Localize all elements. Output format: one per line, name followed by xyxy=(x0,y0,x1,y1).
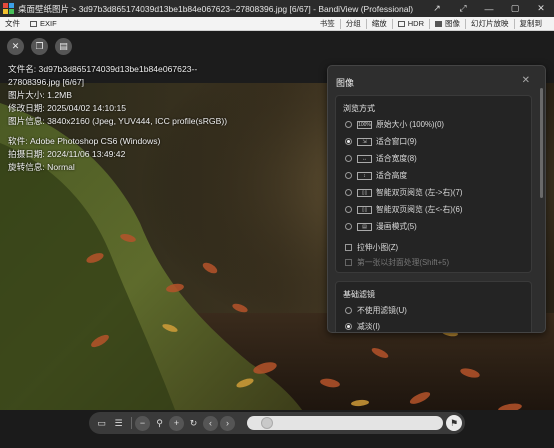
info-software: 软件: Adobe Photoshop CS6 (Windows) xyxy=(8,136,161,146)
menu-zoom[interactable]: 缩放 xyxy=(367,17,392,31)
menu-file[interactable]: 文件 xyxy=(0,17,25,31)
list-icon[interactable]: ☰ xyxy=(111,416,126,431)
info-rotation: 旋转信息: Normal xyxy=(8,162,75,172)
title-bar: 桌面壁纸图片 > 3d97b3d865174039d13be1b84e06762… xyxy=(0,0,554,17)
option-label: 不使用滤镜(U) xyxy=(357,306,407,315)
option-two-page-ltr[interactable]: ▯▯ 智能双页阅览 (左->右)(7) xyxy=(345,186,462,199)
option-sharpen[interactable]: 减淡(I) xyxy=(345,320,380,332)
option-original-size[interactable]: 100% 原始大小 (100%)(0) xyxy=(345,118,444,131)
info-taken: 拍摄日期: 2024/11/06 13:49:42 xyxy=(8,149,126,159)
menu-hdr-label: HDR xyxy=(407,19,424,28)
file-icon[interactable]: ▤ xyxy=(55,38,72,55)
menu-copy-to[interactable]: 复制到 xyxy=(515,17,554,31)
pin-icon[interactable]: ⚑ xyxy=(446,415,462,431)
radio-two-page-rtl[interactable] xyxy=(345,206,352,213)
radio-original-size[interactable] xyxy=(345,121,352,128)
menu-exif[interactable]: EXIF xyxy=(25,17,62,31)
copy-icon[interactable]: ❐ xyxy=(31,38,48,55)
navigation-toolbar: ▭ ☰ − ⚲ + ↻ ‹ › ⚑ xyxy=(89,412,465,434)
original-size-icon: 100% xyxy=(357,120,372,129)
radio-comic-mode[interactable] xyxy=(345,223,352,230)
bottom-bar: ▭ ☰ − ⚲ + ↻ ‹ › ⚑ xyxy=(0,410,554,448)
maximize-button[interactable]: ▢ xyxy=(502,0,528,17)
option-label: 拉伸小图(Z) xyxy=(357,243,399,252)
info-size: 图片大小: 1.2MB xyxy=(8,90,72,100)
panel-close-icon[interactable]: ✕ xyxy=(522,75,530,86)
panel-scrollbar[interactable] xyxy=(540,88,543,198)
info-filename-cont: 27808396.jpg [6/67] xyxy=(8,77,84,87)
checkbox-stretch-small[interactable] xyxy=(345,244,352,251)
menu-bar: 文件 EXIF 书签 分组 缩放 HDR 图像 幻灯片放映 复制到 xyxy=(0,17,554,31)
radio-sharpen[interactable] xyxy=(345,323,352,330)
radio-fit-width[interactable] xyxy=(345,155,352,162)
option-label: 适合宽度(8) xyxy=(376,154,417,163)
hdr-checkbox[interactable] xyxy=(397,20,405,27)
next-icon[interactable]: › xyxy=(220,415,235,431)
filter-section: 基础滤镜 不使用滤镜(U) 减淡(I) xyxy=(335,281,532,332)
option-label: 原始大小 (100%)(0) xyxy=(376,120,445,129)
app-logo-icon xyxy=(3,3,14,14)
option-fit-window[interactable]: ⇲ 适合窗口(9) xyxy=(345,135,417,148)
option-label: 第一张以封面处理(Shift+5) xyxy=(357,258,450,267)
exif-checkbox[interactable] xyxy=(30,20,37,27)
option-fit-width[interactable]: ↔ 适合宽度(8) xyxy=(345,152,417,165)
close-icon[interactable]: ✕ xyxy=(7,38,24,55)
radio-fit-window[interactable] xyxy=(345,138,352,145)
search-icon[interactable]: ⚲ xyxy=(152,416,167,431)
radio-fit-height[interactable] xyxy=(345,172,352,179)
menu-image-label: 图像 xyxy=(445,19,460,28)
window-title: 桌面壁纸图片 > 3d97b3d865174039d13be1b84e06762… xyxy=(18,3,414,14)
radio-no-filter[interactable] xyxy=(345,307,352,314)
menu-bookmark[interactable]: 书签 xyxy=(315,17,340,31)
option-label: 适合窗口(9) xyxy=(376,137,417,146)
view-mode-title: 浏览方式 xyxy=(343,104,375,113)
info-filename: 文件名: 3d97b3d865174039d13be1b84e067623-- xyxy=(8,64,198,74)
zoom-in-icon[interactable]: + xyxy=(169,415,184,431)
rotate-icon[interactable]: ↻ xyxy=(186,416,201,431)
option-fit-height[interactable]: ↕ 适合高度 xyxy=(345,169,407,182)
previous-icon[interactable]: ‹ xyxy=(203,415,218,431)
option-first-page-cover: 第一张以封面处理(Shift+5) xyxy=(345,256,449,269)
slider-handle[interactable] xyxy=(261,417,273,429)
radio-two-page-ltr[interactable] xyxy=(345,189,352,196)
fullscreen-icon[interactable]: ⤢ xyxy=(450,0,476,17)
shrink-icon[interactable]: ↗ xyxy=(424,0,450,17)
toolbar-divider xyxy=(131,417,132,429)
menu-hdr[interactable]: HDR xyxy=(393,17,429,31)
file-info-overlay: 文件名: 3d97b3d865174039d13be1b84e067623-- … xyxy=(8,63,227,174)
info-modified: 修改日期: 2025/04/02 14:10:15 xyxy=(8,103,127,113)
menu-slideshow[interactable]: 幻灯片放映 xyxy=(466,17,514,31)
page-slider[interactable] xyxy=(247,416,443,430)
image-canvas[interactable]: ✕ ❐ ▤ 文件名: 3d97b3d865174039d13be1b84e067… xyxy=(0,31,554,410)
filter-title: 基础滤镜 xyxy=(343,290,375,299)
option-comic-mode[interactable]: ▤ 漫画模式(5) xyxy=(345,220,417,233)
view-mode-section: 浏览方式 100% 原始大小 (100%)(0) ⇲ 适合窗口(9) ↔ 适合宽… xyxy=(335,95,532,273)
option-label: 漫画模式(5) xyxy=(376,222,417,231)
minimize-button[interactable]: — xyxy=(476,0,502,17)
option-label: 适合高度 xyxy=(376,171,408,180)
option-label: 减淡(I) xyxy=(357,322,380,331)
option-stretch-small[interactable]: 拉伸小图(Z) xyxy=(345,241,398,254)
two-page-rtl-icon: ▯▯ xyxy=(357,205,372,214)
fit-height-icon: ↕ xyxy=(357,171,372,180)
menu-exif-label: EXIF xyxy=(40,19,57,28)
fit-width-icon: ↔ xyxy=(357,154,372,163)
close-button[interactable]: ✕ xyxy=(528,0,554,17)
zoom-out-icon[interactable]: − xyxy=(135,415,150,431)
image-settings-panel: 图像 ✕ 浏览方式 100% 原始大小 (100%)(0) ⇲ 适合窗口(9) … xyxy=(327,65,546,333)
option-two-page-rtl[interactable]: ▯▯ 智能双页阅览 (左<-右)(6) xyxy=(345,203,462,216)
info-imageinfo: 图片信息: 3840x2160 (Jpeg, YUV444, ICC profi… xyxy=(8,116,228,126)
option-label: 智能双页阅览 (左<-右)(6) xyxy=(376,205,463,214)
image-checkbox[interactable] xyxy=(435,20,442,27)
menu-image[interactable]: 图像 xyxy=(430,17,465,31)
two-page-ltr-icon: ▯▯ xyxy=(357,188,372,197)
folder-icon[interactable]: ▭ xyxy=(94,416,109,431)
fit-window-icon: ⇲ xyxy=(357,137,372,146)
comic-mode-icon: ▤ xyxy=(357,222,372,231)
menu-split[interactable]: 分组 xyxy=(341,17,366,31)
option-label: 智能双页阅览 (左->右)(7) xyxy=(376,188,463,197)
checkbox-first-page-cover xyxy=(345,259,352,266)
option-no-filter[interactable]: 不使用滤镜(U) xyxy=(345,304,407,317)
panel-title: 图像 xyxy=(336,78,355,88)
